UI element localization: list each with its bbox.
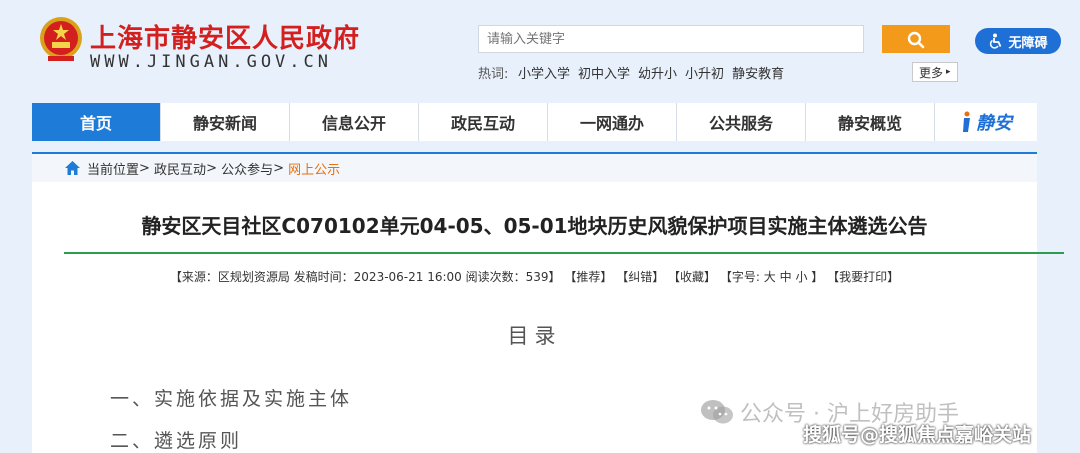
hot-word-link[interactable]: 幼升小 <box>638 63 677 82</box>
favorite-link[interactable]: 【收藏】 <box>668 270 716 284</box>
hot-words-label: 热词: <box>478 67 509 82</box>
site-url: WWW.JINGAN.GOV.CN <box>90 52 332 72</box>
recommend-link[interactable]: 【推荐】 <box>564 270 612 284</box>
site-header: 上海市静安区人民政府 WWW.JINGAN.GOV.CN 无障碍 热词: 小学入… <box>0 0 1080 100</box>
title-divider <box>64 252 1064 254</box>
wechat-icon <box>701 400 733 424</box>
font-size-large-link[interactable]: 大 <box>764 270 776 284</box>
breadcrumb-item-interaction[interactable]: 政民互动 <box>154 159 206 178</box>
jingan-logo-text: 静安 <box>976 113 1012 134</box>
more-button[interactable]: 更多 ▸ <box>912 62 958 82</box>
wheelchair-icon <box>990 33 1002 49</box>
hot-word-link[interactable]: 初中入学 <box>578 63 630 82</box>
nav-item-overview[interactable]: 静安概览 <box>806 103 935 141</box>
toc-item: 二、遴选原则 <box>110 430 243 452</box>
national-emblem-icon <box>40 17 82 61</box>
font-size-medium-link[interactable]: 中 <box>780 270 792 284</box>
article-title: 静安区天目社区C070102单元04-05、05-01地块历史风貌保护项目实施主… <box>141 214 928 238</box>
accessibility-button[interactable]: 无障碍 <box>975 28 1061 54</box>
jingan-logo[interactable]: 静安 <box>935 103 1037 141</box>
breadcrumb-item-current[interactable]: 网上公示 <box>288 159 340 178</box>
nav-item-public-service[interactable]: 公共服务 <box>677 103 806 141</box>
article-source-info: 【来源：区规划资源局 发稿时间：2023-06-21 16:00 阅读次数：53… <box>169 270 561 284</box>
breadcrumb: 当前位置 > 政民互动 > 公众参与 > 网上公示 <box>32 152 1037 182</box>
main-nav: 首页 静安新闻 信息公开 政民互动 一网通办 公共服务 静安概览 静安 <box>32 103 1037 141</box>
hot-word-link[interactable]: 静安教育 <box>732 63 784 82</box>
chevron-right-icon: ▸ <box>946 67 951 77</box>
print-link[interactable]: 【我要打印】 <box>827 270 899 284</box>
hot-word-link[interactable]: 小升初 <box>685 63 724 82</box>
breadcrumb-prefix: 当前位置 <box>87 162 140 178</box>
search-button[interactable] <box>882 25 950 53</box>
search-icon <box>907 31 925 49</box>
sohu-watermark: 搜狐号@搜狐焦点嘉峪关站 <box>803 424 1032 446</box>
nav-item-news[interactable]: 静安新闻 <box>161 103 290 141</box>
search-input[interactable] <box>478 25 864 53</box>
more-label: 更多 <box>919 65 944 80</box>
toc-title: 目录 <box>507 324 562 348</box>
home-icon[interactable] <box>64 160 81 176</box>
font-size-small-link[interactable]: 小 <box>795 270 807 284</box>
nav-item-one-stop-service[interactable]: 一网通办 <box>548 103 677 141</box>
correct-link[interactable]: 【纠错】 <box>616 270 664 284</box>
nav-item-interaction[interactable]: 政民互动 <box>419 103 548 141</box>
accessibility-label: 无障碍 <box>1008 34 1048 50</box>
nav-item-home[interactable]: 首页 <box>32 103 161 141</box>
font-size-suffix: 】 <box>811 270 824 284</box>
article-meta: 【来源：区规划资源局 发稿时间：2023-06-21 16:00 阅读次数：53… <box>32 268 1037 285</box>
hot-word-link[interactable]: 小学入学 <box>518 63 570 82</box>
breadcrumb-item-participation[interactable]: 公众参与 <box>221 159 273 178</box>
hot-words-list: 小学入学 初中入学 幼升小 小升初 静安教育 <box>518 63 784 82</box>
jingan-logo-icon <box>963 111 970 132</box>
font-size-prefix: 【字号: <box>719 270 760 284</box>
toc-item: 一、实施依据及实施主体 <box>110 388 353 410</box>
site-title[interactable]: 上海市静安区人民政府 <box>90 18 360 55</box>
nav-item-info-disclosure[interactable]: 信息公开 <box>290 103 419 141</box>
